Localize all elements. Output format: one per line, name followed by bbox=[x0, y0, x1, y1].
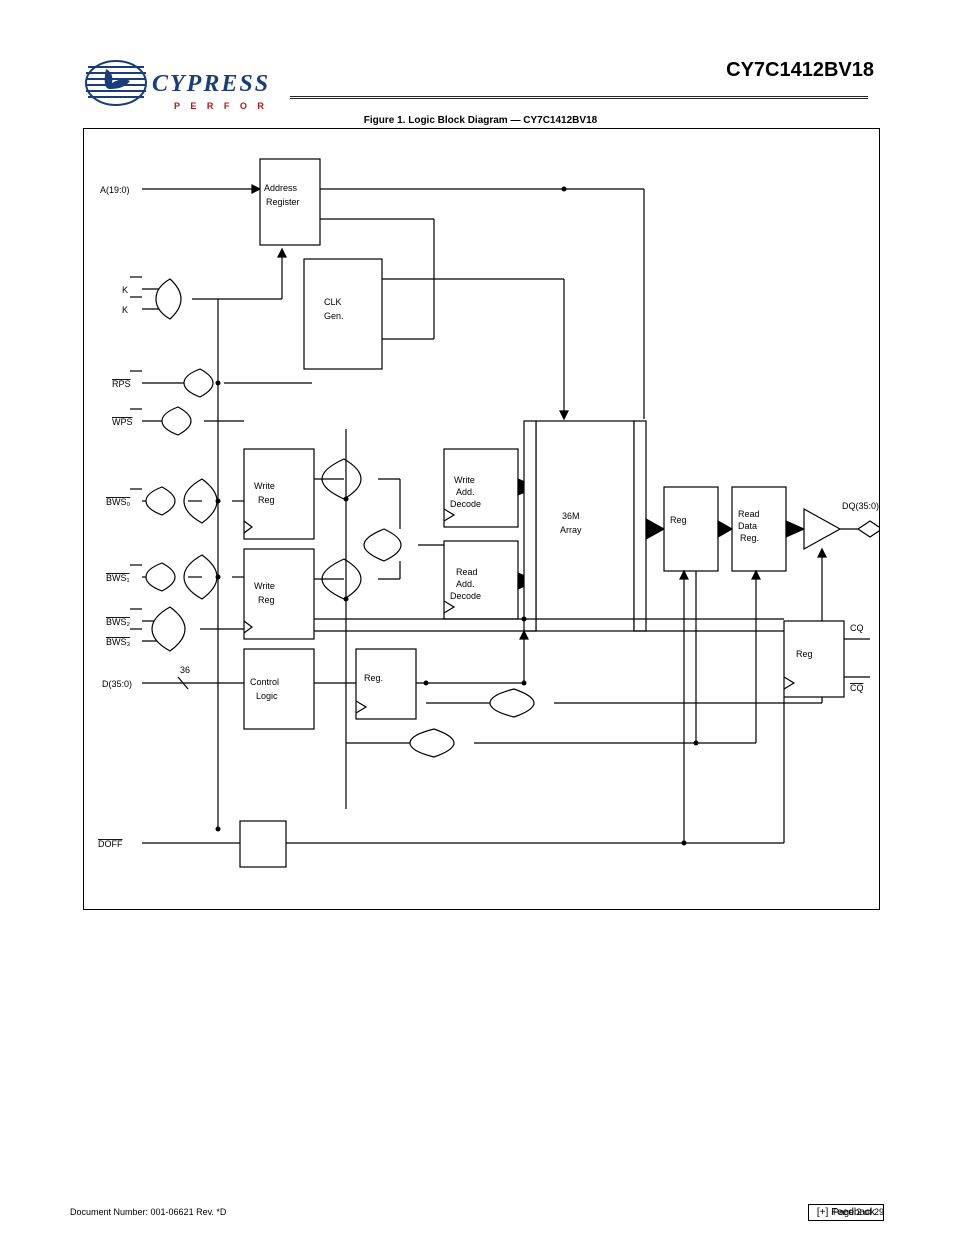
svg-text:Register: Register bbox=[266, 197, 300, 207]
svg-text:Reg: Reg bbox=[796, 649, 813, 659]
svg-text:Read: Read bbox=[738, 509, 760, 519]
svg-text:BWS₃: BWS₃ bbox=[106, 637, 131, 647]
svg-text:Decode: Decode bbox=[450, 591, 481, 601]
svg-text:P E R F O R M: P E R F O R M bbox=[174, 101, 270, 111]
svg-text:Reg: Reg bbox=[258, 495, 275, 505]
svg-text:CQ: CQ bbox=[850, 623, 864, 633]
feedback-link[interactable]: [+] Feedback bbox=[808, 1204, 884, 1221]
svg-text:CLK: CLK bbox=[324, 297, 342, 307]
svg-text:D(35:0): D(35:0) bbox=[102, 679, 132, 689]
svg-text:CQ: CQ bbox=[850, 683, 864, 693]
document-number: Document Number: 001-06621 Rev. *D bbox=[70, 1207, 226, 1217]
svg-text:DQ(35:0): DQ(35:0) bbox=[842, 501, 879, 511]
svg-text:Write: Write bbox=[454, 475, 475, 485]
header-rule bbox=[290, 96, 868, 99]
svg-text:36M: 36M bbox=[562, 511, 580, 521]
svg-text:Logic: Logic bbox=[256, 691, 278, 701]
svg-text:WPS: WPS bbox=[112, 417, 133, 427]
svg-text:DOFF: DOFF bbox=[98, 839, 123, 849]
svg-text:A(19:0): A(19:0) bbox=[100, 185, 130, 195]
svg-text:Read: Read bbox=[456, 567, 478, 577]
svg-text:BWS₀: BWS₀ bbox=[106, 497, 131, 507]
page-footer: Document Number: 001-06621 Rev. *D Page … bbox=[70, 1207, 884, 1217]
svg-text:Write: Write bbox=[254, 481, 275, 491]
product-code: CY7C1412BV18 bbox=[726, 60, 874, 80]
svg-text:36: 36 bbox=[180, 665, 190, 675]
svg-text:Gen.: Gen. bbox=[324, 311, 344, 321]
figure-caption: Figure 1. Logic Block Diagram — CY7C1412… bbox=[83, 115, 878, 127]
svg-text:BWS₁: BWS₁ bbox=[106, 573, 130, 583]
svg-text:Reg: Reg bbox=[670, 515, 687, 525]
svg-text:K: K bbox=[122, 285, 128, 295]
svg-text:K: K bbox=[122, 305, 128, 315]
svg-text:Data: Data bbox=[738, 521, 757, 531]
svg-text:Add.: Add. bbox=[456, 579, 475, 589]
svg-text:Reg.: Reg. bbox=[364, 673, 383, 683]
svg-text:Address: Address bbox=[264, 183, 298, 193]
svg-text:BWS₂: BWS₂ bbox=[106, 617, 131, 627]
svg-text:Reg.: Reg. bbox=[740, 533, 759, 543]
svg-text:RPS: RPS bbox=[112, 379, 131, 389]
svg-text:Decode: Decode bbox=[450, 499, 481, 509]
svg-text:Reg: Reg bbox=[258, 595, 275, 605]
svg-text:CYPRESS: CYPRESS bbox=[152, 71, 270, 97]
svg-text:Add.: Add. bbox=[456, 487, 475, 497]
logic-block-diagram: A(19:0) K K RPS WPS bbox=[83, 128, 880, 910]
svg-text:Control: Control bbox=[250, 677, 279, 687]
svg-text:Write: Write bbox=[254, 581, 275, 591]
svg-text:Array: Array bbox=[560, 525, 582, 535]
